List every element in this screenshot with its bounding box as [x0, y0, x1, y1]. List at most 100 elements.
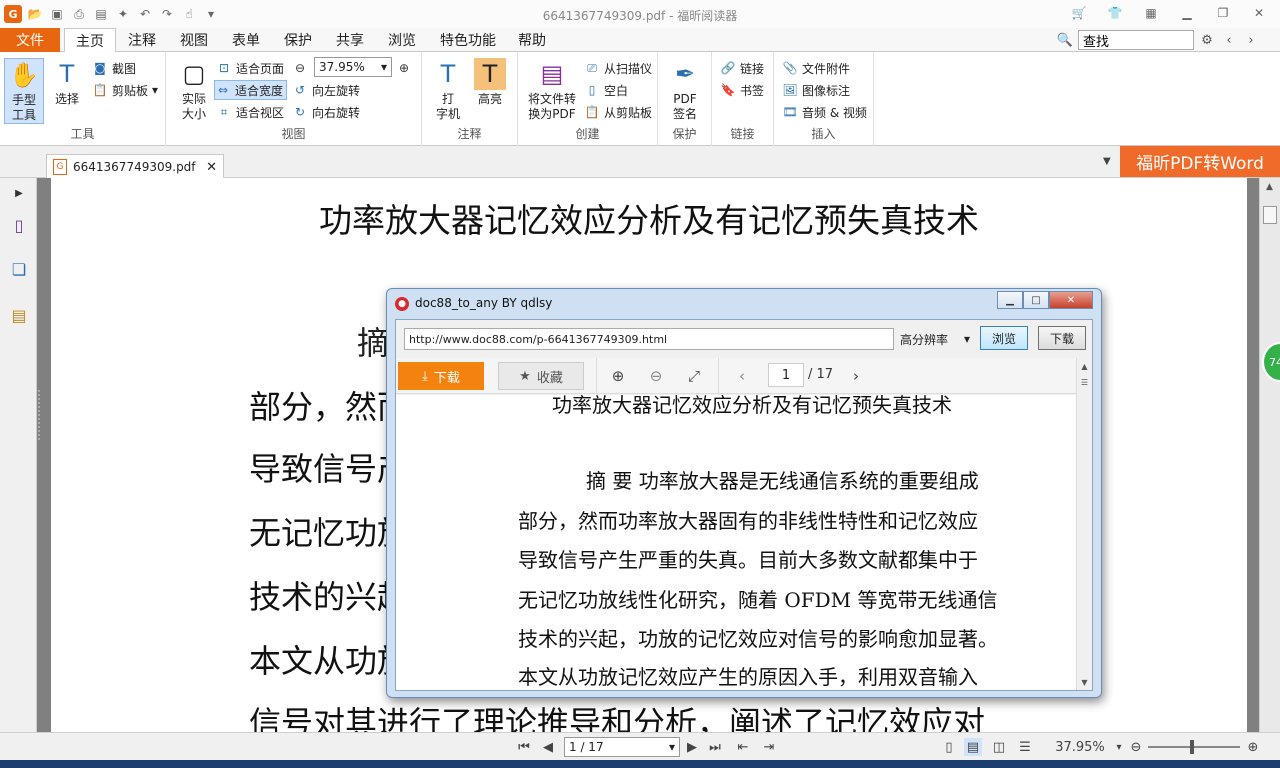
expand-panel-icon[interactable]: ▶: [8, 182, 30, 204]
prev-result-icon[interactable]: ‹: [1220, 31, 1238, 49]
previous-view-icon[interactable]: ⇤: [734, 738, 752, 756]
image-annotation-button[interactable]: 🖼 图像标注: [782, 80, 850, 100]
next-page-icon[interactable]: ›: [846, 366, 866, 386]
scroll-up-icon[interactable]: ▲: [1077, 358, 1092, 374]
zoom-out-icon[interactable]: ⊖: [1128, 738, 1144, 756]
preview-scrollbar[interactable]: ▲ ☰ ▼: [1076, 358, 1092, 690]
tab-list-icon[interactable]: ▼: [1103, 156, 1111, 167]
single-page-icon[interactable]: ▯: [940, 738, 958, 756]
close-tab-icon[interactable]: ✕: [206, 160, 217, 175]
convert-to-pdf-button[interactable]: ▤ 将文件转 换为PDF: [524, 58, 580, 122]
tab-file[interactable]: 文件: [0, 28, 60, 52]
new-icon[interactable]: ✦: [114, 5, 132, 23]
next-page-icon[interactable]: ▶: [684, 738, 700, 756]
facing-page-icon[interactable]: ◫: [990, 738, 1008, 756]
customize-icon[interactable]: ▾: [202, 5, 220, 23]
from-scanner-button[interactable]: ⎚ 从扫描仪: [584, 58, 652, 78]
previous-page-icon[interactable]: ◀: [540, 738, 556, 756]
open-icon[interactable]: 📂: [26, 5, 44, 23]
scroll-thumb-icon[interactable]: ☰: [1077, 374, 1092, 390]
actual-size-button[interactable]: ▢ 实际 大小: [174, 58, 214, 122]
scroll-down-icon[interactable]: ▼: [1077, 674, 1092, 690]
fullscreen-icon[interactable]: ⤢: [684, 366, 704, 386]
rotate-right-button[interactable]: ↻ 向右旋转: [292, 102, 360, 122]
minimize-icon[interactable]: ▁: [997, 291, 1023, 309]
zoom-slider[interactable]: [1148, 746, 1240, 748]
vertical-scrollbar[interactable]: ▲: [1259, 178, 1280, 732]
pages-panel-icon[interactable]: ❏: [8, 258, 30, 280]
settings-icon[interactable]: ⚙: [1198, 31, 1216, 49]
document-tab[interactable]: G 6641367749309.pdf ✕: [46, 154, 224, 179]
undo-icon[interactable]: ↶: [136, 5, 154, 23]
search-input[interactable]: [1078, 30, 1194, 50]
tab-help[interactable]: 帮助: [510, 28, 554, 52]
zoom-select[interactable]: 37.95% ▾: [314, 57, 392, 77]
save-icon[interactable]: ▣: [48, 5, 66, 23]
tab-browse[interactable]: 浏览: [378, 28, 426, 52]
next-result-icon[interactable]: ›: [1242, 31, 1260, 49]
app-logo-icon[interactable]: G: [4, 5, 22, 23]
tab-comment[interactable]: 注释: [118, 28, 166, 52]
typewriter-button[interactable]: T 打 字机: [430, 58, 466, 122]
bookmarks-panel-icon[interactable]: ▯: [8, 214, 30, 236]
blank-button[interactable]: ▯ 空白: [584, 80, 628, 100]
continuous-page-icon[interactable]: ▤: [964, 738, 982, 756]
pdf-sign-button[interactable]: ✒ PDF 签名: [666, 58, 704, 122]
continuous-facing-icon[interactable]: ☰: [1016, 738, 1034, 756]
scroll-up-icon[interactable]: ▲: [1260, 178, 1279, 196]
fit-visible-button[interactable]: ⌗ 适合视区: [216, 102, 284, 122]
comments-panel-icon[interactable]: ▤: [8, 304, 30, 326]
next-view-icon[interactable]: ⇥: [760, 738, 778, 756]
print-icon[interactable]: ⎙: [70, 5, 88, 23]
zoom-out-button[interactable]: ⊖: [292, 58, 308, 78]
zoom-slider-knob[interactable]: [1190, 740, 1194, 754]
tab-home[interactable]: 主页: [64, 28, 116, 53]
close-icon[interactable]: ✕: [1246, 3, 1272, 23]
zoom-in-icon[interactable]: ⊕: [1244, 738, 1262, 756]
restore-icon[interactable]: ❐: [1210, 3, 1236, 23]
panel-resize-grip[interactable]: [38, 390, 42, 440]
previous-page-icon[interactable]: ‹: [732, 366, 752, 386]
tab-features[interactable]: 特色功能: [432, 28, 504, 52]
maximize-icon[interactable]: □: [1023, 291, 1049, 309]
layout-icon[interactable]: ▦: [1138, 3, 1164, 23]
clipboard-button[interactable]: 📋 剪贴板 ▾: [92, 80, 159, 100]
hand-tool-icon[interactable]: ☝: [180, 5, 198, 23]
minimize-icon[interactable]: ▁: [1174, 3, 1200, 23]
fit-width-button[interactable]: ⇔ 适合宽度: [214, 80, 288, 100]
downloader-titlebar[interactable]: ● doc88_to_any BY qdlsy ▁ □ ✕: [387, 289, 1101, 317]
tab-view[interactable]: 视图: [170, 28, 218, 52]
browse-button[interactable]: 浏览: [980, 326, 1028, 350]
close-icon[interactable]: ✕: [1049, 291, 1093, 309]
select-button[interactable]: T 选择: [48, 58, 86, 107]
resolution-select[interactable]: 高分辨率 ▾: [900, 328, 972, 350]
properties-icon[interactable]: ▤: [92, 5, 110, 23]
cart-icon[interactable]: 🛒: [1066, 3, 1092, 23]
zoom-level-text[interactable]: 37.95%: [1050, 738, 1110, 756]
download-doc-button[interactable]: ⤓ 下载: [398, 362, 484, 390]
redo-icon[interactable]: ↷: [158, 5, 176, 23]
file-attachment-button[interactable]: 📎 文件附件: [782, 58, 851, 78]
folder-search-icon[interactable]: 🔍: [1056, 31, 1074, 49]
favorite-button[interactable]: ★ 收藏: [498, 362, 584, 390]
tab-protect[interactable]: 保护: [274, 28, 322, 52]
last-page-icon[interactable]: ⏭: [706, 738, 724, 756]
page-number-select[interactable]: 1 / 17 ▾: [564, 737, 680, 757]
download-button[interactable]: 下载: [1038, 326, 1086, 350]
zoom-in-button[interactable]: ⊕: [396, 58, 412, 78]
zoom-menu-icon[interactable]: ▾: [1112, 738, 1126, 756]
tab-form[interactable]: 表单: [222, 28, 270, 52]
from-clipboard-button[interactable]: 📋 从剪贴板: [584, 102, 653, 122]
tab-share[interactable]: 共享: [326, 28, 374, 52]
hand-tool-button[interactable]: ✋ 手型 工具: [4, 58, 44, 124]
skin-icon[interactable]: 👕: [1102, 3, 1128, 23]
fit-page-button[interactable]: ⊡ 适合页面: [216, 58, 284, 78]
scroll-thumb[interactable]: [1263, 206, 1277, 224]
bookmark-button[interactable]: 🔖 书签: [720, 80, 765, 100]
audio-video-button[interactable]: 🎞 音频 & 视频: [782, 102, 867, 122]
url-input[interactable]: http://www.doc88.com/p-6641367749309.htm…: [404, 328, 894, 350]
screenshot-button[interactable]: ◙ 截图: [92, 58, 136, 78]
viewer-page-input[interactable]: 1: [768, 363, 804, 387]
promo-pdf-to-word-button[interactable]: 福昕PDF转Word: [1120, 146, 1280, 177]
doc-preview[interactable]: 功率放大器记忆效应分析及有记忆预失真技术 摘 要 功率放大器是无线通信系统的重要…: [396, 395, 1076, 690]
